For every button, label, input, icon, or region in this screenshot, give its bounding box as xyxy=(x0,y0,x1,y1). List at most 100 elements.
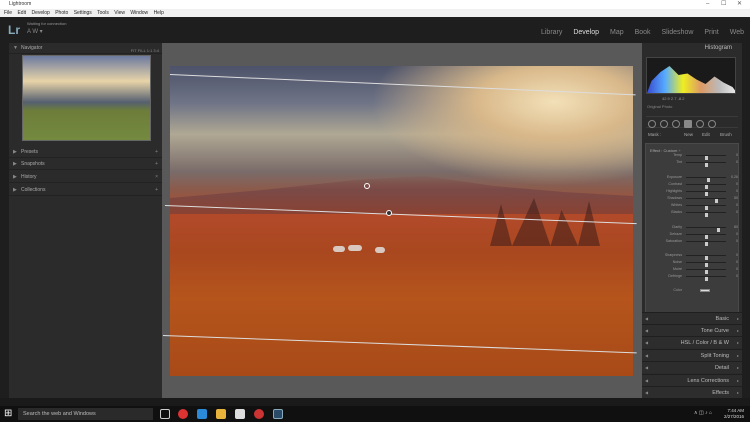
module-web[interactable]: Web xyxy=(730,29,744,36)
slider-track[interactable] xyxy=(686,276,726,281)
spot-removal-icon[interactable] xyxy=(660,120,668,128)
left-panel-toggle[interactable] xyxy=(0,43,9,398)
slider-value[interactable]: 0.26 xyxy=(731,174,738,181)
snapshots-header[interactable]: ▶ Snapshots + xyxy=(9,159,162,170)
slider-row[interactable]: Sharpness 0 xyxy=(646,252,740,260)
rotate-handle[interactable] xyxy=(364,183,370,189)
slider-row[interactable]: Temp 0 xyxy=(646,152,740,160)
slider-track[interactable] xyxy=(686,241,726,246)
menu-edit[interactable]: Edit xyxy=(17,10,26,16)
edge-icon[interactable] xyxy=(197,409,207,419)
slider-row[interactable]: Noise 0 xyxy=(646,259,740,267)
mask-new[interactable]: New xyxy=(684,132,693,137)
history-header[interactable]: ▶ History × xyxy=(9,172,162,183)
slider-knob[interactable] xyxy=(705,163,708,167)
right-panel-toggle[interactable] xyxy=(742,43,750,398)
presets-header[interactable]: ▶ Presets + xyxy=(9,147,162,158)
slider-value[interactable]: 0 xyxy=(736,273,738,280)
task-view-icon[interactable] xyxy=(160,409,170,419)
slider-row[interactable]: Moiré 0 xyxy=(646,266,740,274)
slider-track[interactable] xyxy=(686,191,726,196)
section-tone-curve[interactable]: ◀ Tone Curve ▸ xyxy=(642,324,742,336)
graduated-filter-icon[interactable] xyxy=(684,120,692,128)
radial-filter-icon[interactable] xyxy=(696,120,704,128)
slider-row[interactable]: Highlights 0 xyxy=(646,188,740,196)
section-detail[interactable]: ◀ Detail ▸ xyxy=(642,361,742,373)
add-collection-icon[interactable]: + xyxy=(155,185,158,196)
slider-track[interactable] xyxy=(686,234,726,239)
mask-brush[interactable]: Brush xyxy=(720,132,732,137)
navigator-header[interactable]: ▼ Navigator FIT FILL 1:1 3:4 xyxy=(9,43,162,54)
file-explorer-icon[interactable] xyxy=(216,409,226,419)
slider-row[interactable]: Clarity 80 xyxy=(646,224,740,232)
clock[interactable]: 7:44 AM 2/27/2016 xyxy=(724,408,744,420)
slider-row[interactable]: Defringe 0 xyxy=(646,273,740,281)
slider-value[interactable]: 0 xyxy=(736,259,738,266)
histogram[interactable] xyxy=(646,57,736,94)
menu-file[interactable]: File xyxy=(4,10,12,16)
clear-history-icon[interactable]: × xyxy=(155,172,158,183)
identity-plate[interactable]: A W ▾ xyxy=(27,28,43,35)
menu-help[interactable]: Help xyxy=(154,10,164,16)
menu-tools[interactable]: Tools xyxy=(97,10,109,16)
section-lens-corrections[interactable]: ◀ Lens Corrections ▸ xyxy=(642,374,742,386)
chrome-icon[interactable] xyxy=(178,409,188,419)
red-eye-icon[interactable] xyxy=(672,120,680,128)
color-swatch[interactable] xyxy=(700,289,710,292)
menu-develop[interactable]: Develop xyxy=(31,10,49,16)
menu-settings[interactable]: Settings xyxy=(74,10,92,16)
add-preset-icon[interactable]: + xyxy=(155,147,158,158)
slider-value[interactable]: 0 xyxy=(736,252,738,259)
slider-track[interactable] xyxy=(686,255,726,260)
menu-photo[interactable]: Photo xyxy=(55,10,68,16)
slider-row[interactable]: Tint 0 xyxy=(646,159,740,167)
slider-row[interactable]: Blacks 0 xyxy=(646,209,740,217)
slider-knob[interactable] xyxy=(705,277,708,281)
slider-value[interactable]: 0 xyxy=(736,159,738,166)
slider-track[interactable] xyxy=(686,177,726,182)
lightroom-taskbar-icon[interactable] xyxy=(273,409,283,419)
module-print[interactable]: Print xyxy=(704,29,718,36)
slider-row[interactable]: Color xyxy=(646,287,740,294)
collections-header[interactable]: ▶ Collections + xyxy=(9,185,162,196)
add-snapshot-icon[interactable]: + xyxy=(155,159,158,170)
slider-row[interactable]: Saturation 0 xyxy=(646,238,740,246)
gradient-pin[interactable] xyxy=(386,210,392,216)
module-map[interactable]: Map xyxy=(610,29,624,36)
slider-track[interactable] xyxy=(686,155,726,160)
slider-row[interactable]: Dehaze 0 xyxy=(646,231,740,239)
slider-track[interactable] xyxy=(686,162,726,167)
slider-value[interactable]: 80 xyxy=(734,224,738,231)
slider-track[interactable] xyxy=(686,198,726,203)
slider-value[interactable]: 0 xyxy=(736,231,738,238)
module-develop[interactable]: Develop xyxy=(573,29,599,36)
section-effects[interactable]: ◀ Effects ▸ xyxy=(642,386,742,398)
brush-tool-icon[interactable] xyxy=(708,120,716,128)
search-box[interactable]: Search the web and Windows xyxy=(18,408,153,420)
windows-start-icon[interactable]: ⊞ xyxy=(4,408,16,420)
system-tray[interactable]: ∧ ◫ ♪ ⌂ xyxy=(694,410,712,416)
slider-row[interactable]: Exposure 0.26 xyxy=(646,174,740,182)
navigator-preview[interactable] xyxy=(22,55,151,141)
section-split-toning[interactable]: ◀ Split Toning ▸ xyxy=(642,349,742,361)
section-basic[interactable]: ◀ Basic ▸ xyxy=(642,312,742,324)
minimize-icon[interactable]: – xyxy=(706,0,709,9)
menu-view[interactable]: View xyxy=(114,10,125,16)
notepad-icon[interactable] xyxy=(235,409,245,419)
slider-value[interactable]: 0 xyxy=(736,188,738,195)
slider-value[interactable]: 0 xyxy=(736,266,738,273)
slider-value[interactable]: 0 xyxy=(736,209,738,216)
slider-row[interactable]: Shadows 50 xyxy=(646,195,740,203)
app-icon[interactable] xyxy=(254,409,264,419)
slider-value[interactable]: 0 xyxy=(736,202,738,209)
slider-track[interactable] xyxy=(686,184,726,189)
slider-track[interactable] xyxy=(686,262,726,267)
slider-knob[interactable] xyxy=(705,242,708,246)
slider-value[interactable]: 50 xyxy=(734,195,738,202)
maximize-icon[interactable]: ☐ xyxy=(721,0,726,9)
original-photo-checkbox[interactable]: Original Photo xyxy=(647,104,672,109)
slider-value[interactable]: 0 xyxy=(736,238,738,245)
slider-track[interactable] xyxy=(686,205,726,210)
menu-window[interactable]: Window xyxy=(130,10,148,16)
close-icon[interactable]: ✕ xyxy=(737,0,742,9)
